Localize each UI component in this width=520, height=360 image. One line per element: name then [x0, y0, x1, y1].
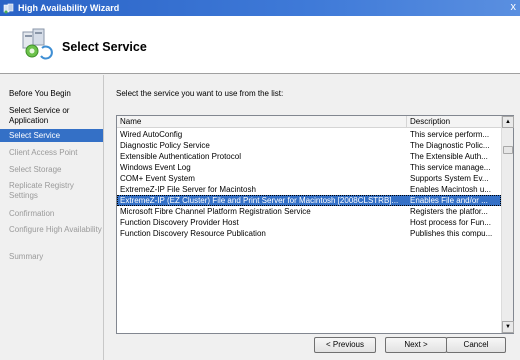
step-select-service-or-application[interactable]: Select Service or Application: [0, 106, 103, 126]
service-row[interactable]: Diagnostic Policy Service The Diagnostic…: [117, 140, 501, 151]
column-header-name[interactable]: Name: [117, 116, 407, 128]
service-name: Function Discovery Resource Publication: [120, 229, 266, 238]
window-title: High Availability Wizard: [18, 3, 120, 13]
service-name: ExtremeZ-IP File Server for Macintosh: [120, 185, 256, 194]
service-row[interactable]: Wired AutoConfig This service perform...: [117, 129, 501, 140]
vertical-scrollbar[interactable]: ▲ ▼: [501, 116, 514, 333]
cluster-service-icon: [20, 26, 54, 60]
step-summary: Summary: [9, 252, 44, 261]
scrollbar-thumb[interactable]: [503, 146, 513, 154]
service-row[interactable]: COM+ Event System Supports System Ev...: [117, 173, 501, 184]
service-name: Windows Event Log: [120, 163, 191, 172]
service-description: Enables Macintosh u...: [410, 185, 491, 194]
service-list[interactable]: Name Description Wired AutoConfig This s…: [116, 115, 514, 334]
cancel-button[interactable]: Cancel: [446, 337, 506, 353]
step-configure-high-availability: Configure High Availability: [9, 225, 102, 234]
service-description: This service manage...: [410, 163, 491, 172]
column-header-description[interactable]: Description: [407, 116, 501, 128]
service-row-selected[interactable]: ExtremeZ-IP (EZ Cluster) File and Print …: [117, 195, 501, 206]
window-titlebar[interactable]: High Availability Wizard x: [0, 0, 520, 16]
service-name: Function Discovery Provider Host: [120, 218, 239, 227]
step-replicate-registry-settings: Replicate Registry Settings: [9, 181, 74, 200]
service-description: Registers the platfor...: [410, 207, 488, 216]
service-row[interactable]: Function Discovery Resource Publication …: [117, 228, 501, 239]
service-row[interactable]: ExtremeZ-IP File Server for Macintosh En…: [117, 184, 501, 195]
service-description: This service perform...: [410, 130, 490, 139]
service-name: ExtremeZ-IP (EZ Cluster) File and Print …: [120, 196, 399, 205]
previous-button[interactable]: < Previous: [314, 337, 376, 353]
instruction-text: Select the service you want to use from …: [116, 89, 284, 98]
service-row[interactable]: Extensible Authentication Protocol The E…: [117, 151, 501, 162]
service-name: Diagnostic Policy Service: [120, 141, 210, 150]
service-name: COM+ Event System: [120, 174, 195, 183]
step-before-you-begin[interactable]: Before You Begin: [0, 89, 103, 99]
step-select-service[interactable]: Select Service: [0, 129, 103, 142]
service-row[interactable]: Microsoft Fibre Channel Platform Registr…: [117, 206, 501, 217]
step-client-access-point: Client Access Point: [9, 148, 78, 157]
wizard-app-icon: [3, 3, 14, 14]
scroll-down-icon[interactable]: ▼: [502, 321, 514, 333]
next-button[interactable]: Next >: [385, 337, 447, 353]
close-icon[interactable]: x: [511, 1, 517, 13]
wizard-steps-nav: Before You Begin Select Service or Appli…: [0, 75, 104, 360]
service-description: Enables File and/or ...: [410, 196, 488, 205]
service-name: Extensible Authentication Protocol: [120, 152, 241, 161]
page-title: Select Service: [62, 40, 147, 54]
service-name: Wired AutoConfig: [120, 130, 183, 139]
service-description: Supports System Ev...: [410, 174, 489, 183]
service-description: The Diagnostic Polic...: [410, 141, 490, 150]
service-row[interactable]: Function Discovery Provider Host Host pr…: [117, 217, 501, 228]
service-description: Host process for Fun...: [410, 218, 491, 227]
scroll-up-icon[interactable]: ▲: [502, 116, 514, 128]
service-description: The Extensible Auth...: [410, 152, 488, 161]
wizard-header: Select Service: [0, 16, 520, 74]
step-confirmation: Confirmation: [9, 209, 55, 218]
step-select-storage: Select Storage: [9, 165, 62, 174]
service-row[interactable]: Windows Event Log This service manage...: [117, 162, 501, 173]
wizard-content: Select the service you want to use from …: [104, 75, 520, 360]
service-list-body: Name Description Wired AutoConfig This s…: [117, 116, 501, 333]
service-description: Publishes this compu...: [410, 229, 493, 238]
service-name: Microsoft Fibre Channel Platform Registr…: [120, 207, 311, 216]
